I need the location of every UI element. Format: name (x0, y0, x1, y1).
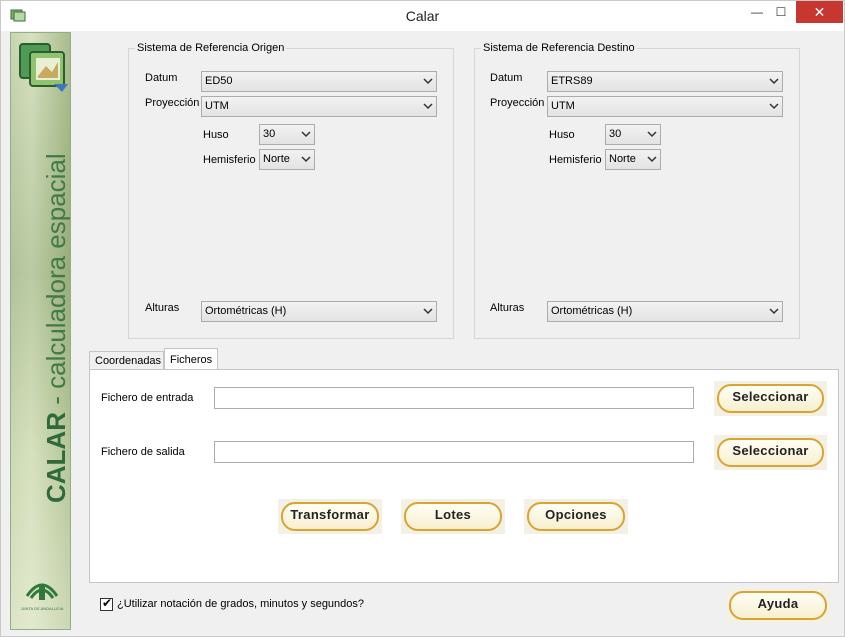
options-button[interactable]: Opciones (527, 502, 625, 531)
chevron-down-icon (301, 156, 311, 163)
origin-hemisphere-label: Hemisferio (203, 154, 256, 166)
destination-heights-label: Alturas (490, 302, 525, 314)
svg-text:JUNTA DE ANDALUCIA: JUNTA DE ANDALUCIA (21, 606, 64, 611)
maximize-button[interactable]: ☐ (767, 1, 795, 23)
output-file-field[interactable] (214, 441, 694, 463)
output-file-label: Fichero de salida (101, 446, 185, 458)
vertical-title-bold: CALAR (41, 412, 71, 503)
origin-heights-select[interactable]: Ortométricas (H) (201, 301, 437, 322)
title-bar: Calar — ☐ ✕ (1, 1, 844, 31)
destination-hemisphere-value: Norte (609, 153, 636, 165)
origin-projection-label: Proyección (145, 97, 200, 109)
destination-projection-value: UTM (551, 100, 575, 112)
vertical-app-title: CALAR - calculadora espacial (41, 153, 71, 503)
dms-checkbox[interactable]: ✔ (100, 596, 113, 611)
destination-hemisphere-select[interactable]: Norte (605, 149, 661, 170)
origin-hemisphere-value: Norte (263, 153, 290, 165)
origin-datum-value: ED50 (205, 75, 233, 87)
destination-heights-select[interactable]: Ortométricas (H) (547, 301, 783, 322)
origin-projection-select[interactable]: UTM (201, 96, 437, 117)
destination-heights-value: Ortométricas (H) (551, 305, 633, 317)
destination-huso-label: Huso (549, 129, 575, 141)
destination-huso-value: 30 (609, 128, 622, 140)
batch-button-frame: Lotes (401, 499, 505, 534)
chevron-down-icon (647, 131, 657, 138)
origin-heights-label: Alturas (145, 302, 180, 314)
chevron-down-icon (647, 156, 657, 163)
output-file-select-button-frame: Seleccionar (714, 435, 827, 470)
input-file-field[interactable] (214, 387, 694, 409)
destination-datum-label: Datum (490, 72, 523, 84)
transform-button[interactable]: Transformar (281, 502, 379, 531)
close-button[interactable]: ✕ (796, 1, 843, 23)
origin-huso-value: 30 (263, 128, 276, 140)
destination-datum-value: ETRS89 (551, 75, 593, 87)
chevron-down-icon (423, 308, 433, 315)
chevron-down-icon (423, 78, 433, 85)
origin-hemisphere-select[interactable]: Norte (259, 149, 315, 170)
destination-hemisphere-label: Hemisferio (549, 154, 602, 166)
origin-group-title: Sistema de Referencia Origen (135, 42, 287, 54)
input-file-select-button-frame: Seleccionar (714, 381, 827, 416)
input-file-label: Fichero de entrada (101, 392, 194, 404)
chevron-down-icon (769, 78, 779, 85)
batch-button[interactable]: Lotes (404, 502, 502, 531)
origin-datum-select[interactable]: ED50 (201, 71, 437, 92)
sidebar-banner: CALAR - calculadora espacial JUNTA DE AN… (10, 32, 71, 630)
output-file-select-button[interactable]: Seleccionar (717, 438, 824, 467)
destination-datum-select[interactable]: ETRS89 (547, 71, 783, 92)
help-button[interactable]: Ayuda (729, 591, 827, 620)
origin-huso-select[interactable]: 30 (259, 124, 315, 145)
calar-logo-icon (19, 43, 68, 92)
window-title: Calar (405, 8, 440, 24)
origin-heights-value: Ortométricas (H) (205, 305, 287, 317)
destination-group-title: Sistema de Referencia Destino (481, 42, 637, 54)
vertical-title-light: - calculadora espacial (41, 153, 71, 412)
origin-projection-value: UTM (205, 100, 229, 112)
origin-huso-label: Huso (203, 129, 229, 141)
app-window: Calar — ☐ ✕ CALAR - calculadora espacial… (0, 0, 845, 637)
junta-andalucia-logo: JUNTA DE ANDALUCIA (21, 583, 64, 611)
options-button-frame: Opciones (524, 499, 628, 534)
tab-ficheros[interactable]: Ficheros (164, 348, 218, 370)
chevron-down-icon (423, 103, 433, 110)
input-file-select-button[interactable]: Seleccionar (717, 384, 824, 413)
chevron-down-icon (301, 131, 311, 138)
destination-projection-label: Proyección (490, 97, 545, 109)
tab-coordenadas[interactable]: Coordenadas (89, 351, 164, 370)
checkmark-icon: ✔ (102, 596, 113, 610)
destination-projection-select[interactable]: UTM (547, 96, 783, 117)
chevron-down-icon (769, 308, 779, 315)
destination-huso-select[interactable]: 30 (605, 124, 661, 145)
help-button-frame: Ayuda (726, 588, 830, 623)
origin-datum-label: Datum (145, 72, 178, 84)
transform-button-frame: Transformar (278, 499, 382, 534)
dms-checkbox-label[interactable]: ¿Utilizar notación de grados, minutos y … (117, 598, 364, 610)
chevron-down-icon (769, 103, 779, 110)
